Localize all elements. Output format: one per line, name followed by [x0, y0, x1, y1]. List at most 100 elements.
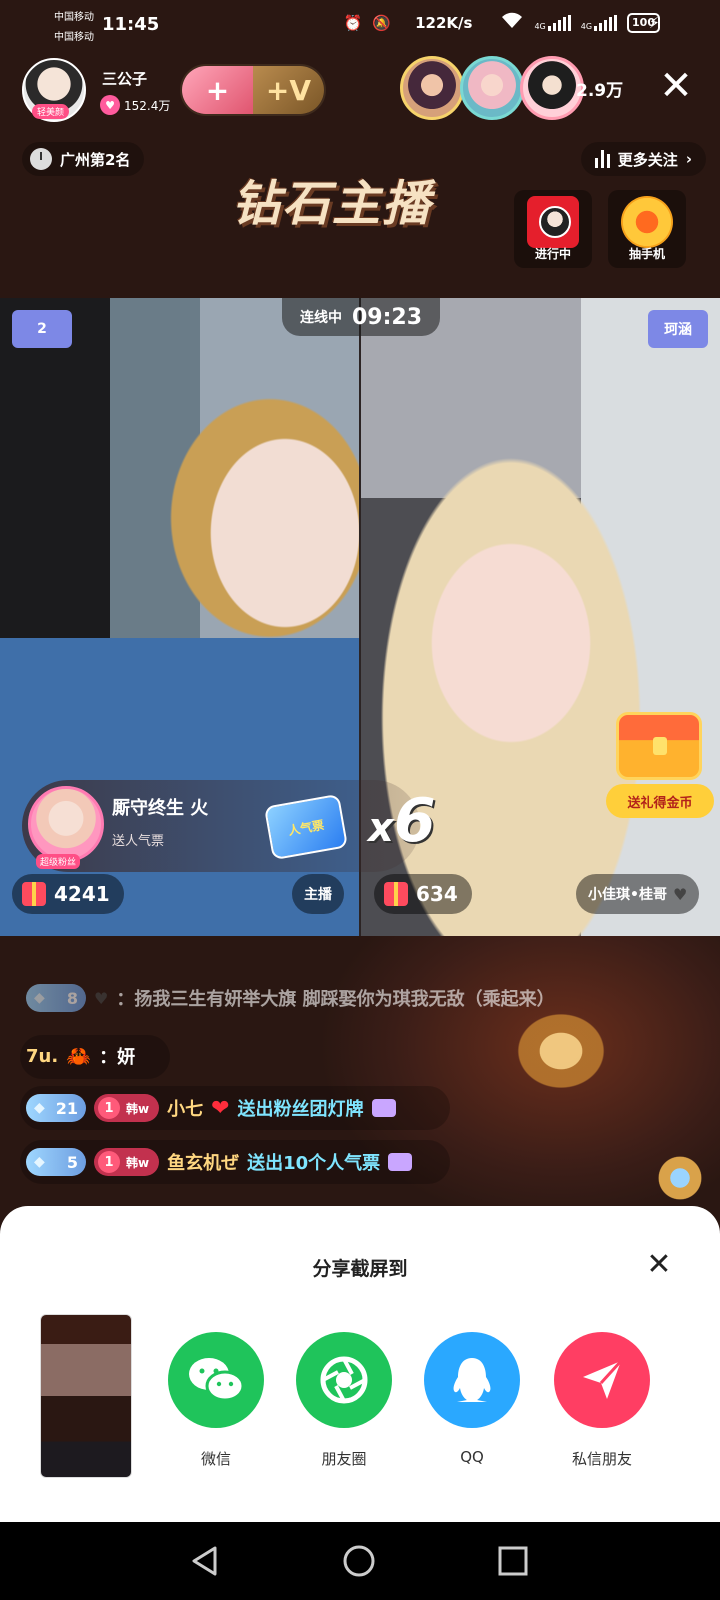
carrier-labels: 中国移动 中国移动 — [54, 8, 94, 48]
chat-message[interactable]: 21 1 韩w 小七 ❤ 送出粉丝团灯牌 — [26, 1088, 396, 1128]
charging-icon: ⚡ — [648, 13, 660, 32]
left-score[interactable]: 4241 — [12, 874, 124, 914]
right-team-badge[interactable]: 珂涵 — [648, 310, 708, 348]
right-role-name: 小佳琪•桂哥 — [588, 887, 667, 903]
join-fan-icon[interactable]: +V — [253, 66, 324, 114]
screenshot-thumbnail[interactable] — [40, 1314, 132, 1478]
more-follow-button[interactable]: 更多关注 › — [580, 142, 706, 176]
host-name: 三公子 — [102, 70, 148, 88]
fan-club-badge: 1 韩w — [94, 1148, 160, 1176]
user-level-badge: 8 — [26, 984, 86, 1012]
viewer-avatar[interactable] — [520, 56, 584, 120]
left-score-value: 4241 — [54, 882, 110, 906]
chat-user[interactable]: 7u. — [26, 1046, 58, 1067]
share-wechat-button[interactable]: 微信 — [166, 1332, 266, 1482]
gift-box-icon — [384, 882, 408, 906]
right-score[interactable]: 634 — [374, 874, 472, 914]
viewer-avatar[interactable] — [460, 56, 524, 120]
crab-icon: 🦀 — [66, 1044, 92, 1068]
qq-penguin-icon — [424, 1332, 520, 1428]
host-beauty-tag: 轻美颜 — [32, 104, 70, 119]
sim1-label: 4G — [534, 22, 546, 31]
link-label: 连线中 — [300, 310, 342, 326]
recent-apps-icon[interactable] — [496, 1544, 530, 1578]
share-moments-button[interactable]: 朋友圈 — [294, 1332, 394, 1482]
chat-message[interactable]: 7u. 🦀 ：妍 — [26, 1036, 135, 1076]
popularity-ticket-icon: 人气票 — [263, 793, 349, 861]
heart-icon: ♥ — [100, 95, 120, 115]
pk-video-area[interactable]: 2 珂涵 连线中 09:23 送礼得金币 超级粉丝 厮守终生 火 送人气票 人气… — [0, 298, 720, 936]
gift-sender-tag: 超级粉丝 — [36, 854, 81, 869]
lottery-wheel-icon — [621, 196, 673, 248]
add-follow-icon[interactable]: + — [182, 66, 253, 114]
gift-count: x6 — [368, 786, 436, 856]
chat-action: 送出粉丝团灯牌 — [237, 1099, 364, 1120]
link-time: 09:23 — [352, 304, 423, 330]
rank-crest-icon[interactable] — [654, 1150, 706, 1206]
treasure-chest[interactable]: 送礼得金币 — [606, 712, 716, 820]
moments-shutter-icon — [296, 1332, 392, 1428]
fan-level: 1 — [98, 1151, 120, 1173]
ticket-icon — [388, 1153, 413, 1171]
chat-message[interactable]: 8 ♥ ：扬我三生有妍举大旗 脚踩娶你为琪我无敌（乘起来） — [26, 978, 555, 1018]
back-icon[interactable] — [188, 1544, 222, 1578]
treasure-label: 送礼得金币 — [606, 784, 714, 818]
gift-sender-name: 厮守终生 火 — [112, 798, 209, 819]
follow-join-button[interactable]: + +V — [180, 64, 326, 116]
home-icon[interactable] — [342, 1544, 376, 1578]
share-label: 微信 — [200, 1450, 231, 1468]
viewer-count[interactable]: 2.9万 — [576, 76, 623, 101]
host-likes: ♥ 152.4万 — [100, 95, 170, 115]
rank-pill[interactable]: 广州第2名 — [22, 142, 145, 176]
fan-level: 1 — [98, 1097, 120, 1119]
share-label: 朋友圈 — [321, 1450, 367, 1468]
rank-text: 广州第2名 — [60, 150, 131, 169]
share-title: 分享截屏到 — [312, 1258, 408, 1280]
carrier-2: 中国移动 — [54, 32, 94, 43]
treasure-chest-icon — [616, 712, 702, 780]
share-qq-button[interactable]: QQ — [422, 1332, 522, 1482]
fan-club-badge: 1 韩w — [94, 1094, 160, 1122]
bars-icon — [594, 150, 610, 168]
system-nav-bar — [0, 1522, 720, 1600]
wifi-icon — [500, 12, 524, 34]
right-role[interactable]: 小佳琪•桂哥 ♥ — [576, 874, 700, 914]
fan-lamp-icon — [371, 1099, 396, 1117]
status-icons: ⏰ 🔕 122K/s 4G 4G 100 — [344, 12, 660, 34]
share-sheet: 分享截屏到 ✕ 微信 朋友圈 QQ 私信朋友 — [0, 1206, 720, 1522]
activity-in-progress[interactable]: 进行中 — [514, 190, 592, 268]
sim2-label: 4G — [580, 22, 593, 31]
carrier-1: 中国移动 — [54, 12, 94, 23]
activity-lottery[interactable]: 抽手机 — [608, 190, 686, 268]
share-label: QQ — [460, 1448, 484, 1466]
heart-icon: ♥ — [94, 988, 109, 1008]
close-icon[interactable]: ✕ — [654, 66, 698, 110]
top-viewers[interactable] — [400, 56, 584, 120]
left-role: 主播 — [292, 874, 344, 914]
chat-message[interactable]: 5 1 韩w 鱼玄机ぜ 送出10个人气票 — [26, 1142, 413, 1182]
signal-2-icon: 4G — [580, 15, 618, 31]
right-score-value: 634 — [416, 882, 458, 906]
viewer-avatar[interactable] — [400, 56, 464, 120]
close-icon[interactable]: ✕ — [642, 1250, 676, 1284]
more-follow-label: 更多关注 — [617, 150, 678, 169]
gift-count-value: 6 — [393, 786, 436, 856]
fan-name: 韩w — [126, 1155, 150, 1170]
gift-sender-avatar[interactable] — [28, 786, 104, 862]
user-level-badge: 21 — [26, 1094, 86, 1122]
send-arrow-icon — [554, 1332, 650, 1428]
share-dm-button[interactable]: 私信朋友 — [552, 1332, 652, 1482]
net-speed: 122K/s — [415, 14, 473, 32]
chat-user[interactable]: 小七 — [167, 1095, 203, 1121]
chat-action: 送出10个人气票 — [247, 1153, 381, 1174]
activity-label: 抽手机 — [628, 247, 665, 261]
heart-icon: ❤ — [211, 1095, 230, 1121]
host-card[interactable]: 轻美颜 三公子 ♥ 152.4万 — [22, 58, 182, 122]
link-timer: 连线中 09:23 — [282, 298, 441, 336]
fan-name: 韩w — [126, 1101, 150, 1116]
share-label: 私信朋友 — [571, 1450, 632, 1468]
status-bar: 中国移动 中国移动 11:45 ⏰ 🔕 122K/s 4G 4G 100 ⚡ — [0, 0, 720, 50]
gift-action: 送人气票 — [112, 834, 165, 849]
chat-user[interactable]: 鱼玄机ぜ — [167, 1149, 239, 1175]
host-likes-count: 152.4万 — [124, 98, 171, 113]
